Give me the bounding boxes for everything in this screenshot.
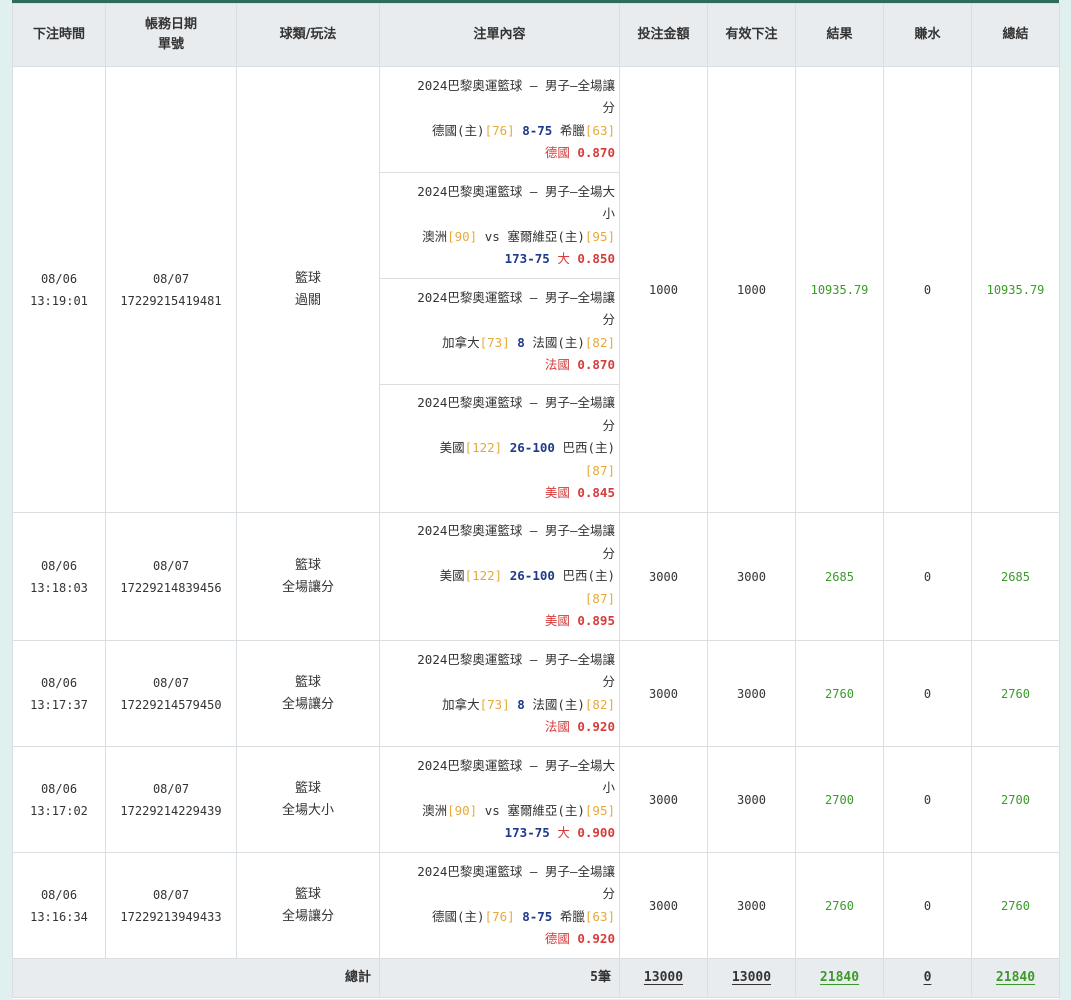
bet-result: 10935.79 <box>795 66 884 513</box>
bet-history-panel: 下注時間 帳務日期 單號 球類/玩法 注單內容 投注金額 有效下注 結果 賺水 總… <box>12 0 1060 999</box>
totals-label: 總計 <box>12 958 380 998</box>
table-row: 08/06 13:17:37 08/07 17229214579450 籃球 全場讓分… <box>12 640 1060 747</box>
table-row: 08/06 13:19:01 08/07 17229215419481 籃球 過關 2… <box>12 66 1060 513</box>
sport-play: 籃球 全場讓分 <box>236 640 380 747</box>
bet-total: 2760 <box>971 852 1060 959</box>
col-bet-content: 注單內容 <box>379 3 620 67</box>
bet-leg: 2024巴黎奧運籃球 – 男子–全場讓分 德國(主)[76] 8-75 希臘[6… <box>379 852 620 959</box>
valid-amount: 3000 <box>707 640 796 747</box>
col-rebate: 賺水 <box>883 3 972 67</box>
bet-amount: 3000 <box>619 640 708 747</box>
col-bet-time: 下注時間 <box>12 3 106 67</box>
table-row: 08/06 13:18:03 08/07 17229214839456 籃球 全場讓分… <box>12 512 1060 641</box>
acct-ticket: 08/07 17229214839456 <box>105 512 237 641</box>
col-acct-date: 帳務日期 單號 <box>105 3 237 67</box>
bet-leg: 2024巴黎奧運籃球 – 男子–全場讓分 加拿大[73] 8 法國(主)[82]… <box>379 278 620 385</box>
table-row: 08/06 13:16:34 08/07 17229213949433 籃球 全場讓分… <box>12 852 1060 959</box>
col-sport-play: 球類/玩法 <box>236 3 380 67</box>
sport-play: 籃球 全場大小 <box>236 746 380 853</box>
valid-amount: 3000 <box>707 852 796 959</box>
bet-result: 2760 <box>795 852 884 959</box>
totals-total: 21840 <box>971 958 1060 998</box>
valid-amount: 3000 <box>707 746 796 853</box>
bet-amount: 3000 <box>619 746 708 853</box>
table-row: 08/06 13:17:02 08/07 17229214229439 籃球 全場大小… <box>12 746 1060 853</box>
bet-time: 08/06 13:17:37 <box>12 640 106 747</box>
bet-amount: 3000 <box>619 852 708 959</box>
bet-result: 2700 <box>795 746 884 853</box>
acct-ticket: 08/07 17229213949433 <box>105 852 237 959</box>
bet-result: 2760 <box>795 640 884 747</box>
sport-play: 籃球 過關 <box>236 66 380 513</box>
acct-ticket: 08/07 17229214579450 <box>105 640 237 747</box>
bet-amount: 1000 <box>619 66 708 513</box>
bet-time: 08/06 13:16:34 <box>12 852 106 959</box>
bet-total: 2685 <box>971 512 1060 641</box>
rebate: 0 <box>883 66 972 513</box>
bet-total: 2700 <box>971 746 1060 853</box>
rebate: 0 <box>883 640 972 747</box>
rebate: 0 <box>883 852 972 959</box>
totals-count: 5筆 <box>379 958 620 998</box>
table-header-row: 下注時間 帳務日期 單號 球類/玩法 注單內容 投注金額 有效下注 結果 賺水 總… <box>12 3 1060 67</box>
col-result: 結果 <box>795 3 884 67</box>
rebate: 0 <box>883 746 972 853</box>
bet-leg: 2024巴黎奧運籃球 – 男子–全場讓分 加拿大[73] 8 法國(主)[82]… <box>379 640 620 747</box>
totals-rebate: 0 <box>883 958 972 998</box>
col-valid: 有效下注 <box>707 3 796 67</box>
valid-amount: 1000 <box>707 66 796 513</box>
bet-total: 2760 <box>971 640 1060 747</box>
totals-result: 21840 <box>795 958 884 998</box>
bet-leg: 2024巴黎奧運籃球 – 男子–全場讓分 美國[122] 26-100 巴西(主… <box>379 384 620 513</box>
bet-total: 10935.79 <box>971 66 1060 513</box>
sport-play: 籃球 全場讓分 <box>236 512 380 641</box>
bet-history-table: 下注時間 帳務日期 單號 球類/玩法 注單內容 投注金額 有效下注 結果 賺水 總… <box>12 3 1060 998</box>
col-amount: 投注金額 <box>619 3 708 67</box>
acct-ticket: 08/07 17229215419481 <box>105 66 237 513</box>
acct-ticket: 08/07 17229214229439 <box>105 746 237 853</box>
bet-leg: 2024巴黎奧運籃球 – 男子–全場讓分 美國[122] 26-100 巴西(主… <box>379 512 620 641</box>
bet-result: 2685 <box>795 512 884 641</box>
rebate: 0 <box>883 512 972 641</box>
totals-row: 總計 5筆 13000 13000 21840 0 21840 <box>12 958 1060 998</box>
bet-time: 08/06 13:17:02 <box>12 746 106 853</box>
bet-time: 08/06 13:18:03 <box>12 512 106 641</box>
col-total: 總結 <box>971 3 1060 67</box>
totals-valid: 13000 <box>707 958 796 998</box>
valid-amount: 3000 <box>707 512 796 641</box>
bet-leg: 2024巴黎奧運籃球 – 男子–全場大小 澳洲[90] vs 塞爾維亞(主)[9… <box>379 746 620 853</box>
bet-amount: 3000 <box>619 512 708 641</box>
bet-leg: 2024巴黎奧運籃球 – 男子–全場讓分 德國(主)[76] 8-75 希臘[6… <box>379 66 620 173</box>
bet-leg: 2024巴黎奧運籃球 – 男子–全場大小 澳洲[90] vs 塞爾維亞(主)[9… <box>379 172 620 279</box>
bet-time: 08/06 13:19:01 <box>12 66 106 513</box>
totals-amount: 13000 <box>619 958 708 998</box>
sport-play: 籃球 全場讓分 <box>236 852 380 959</box>
